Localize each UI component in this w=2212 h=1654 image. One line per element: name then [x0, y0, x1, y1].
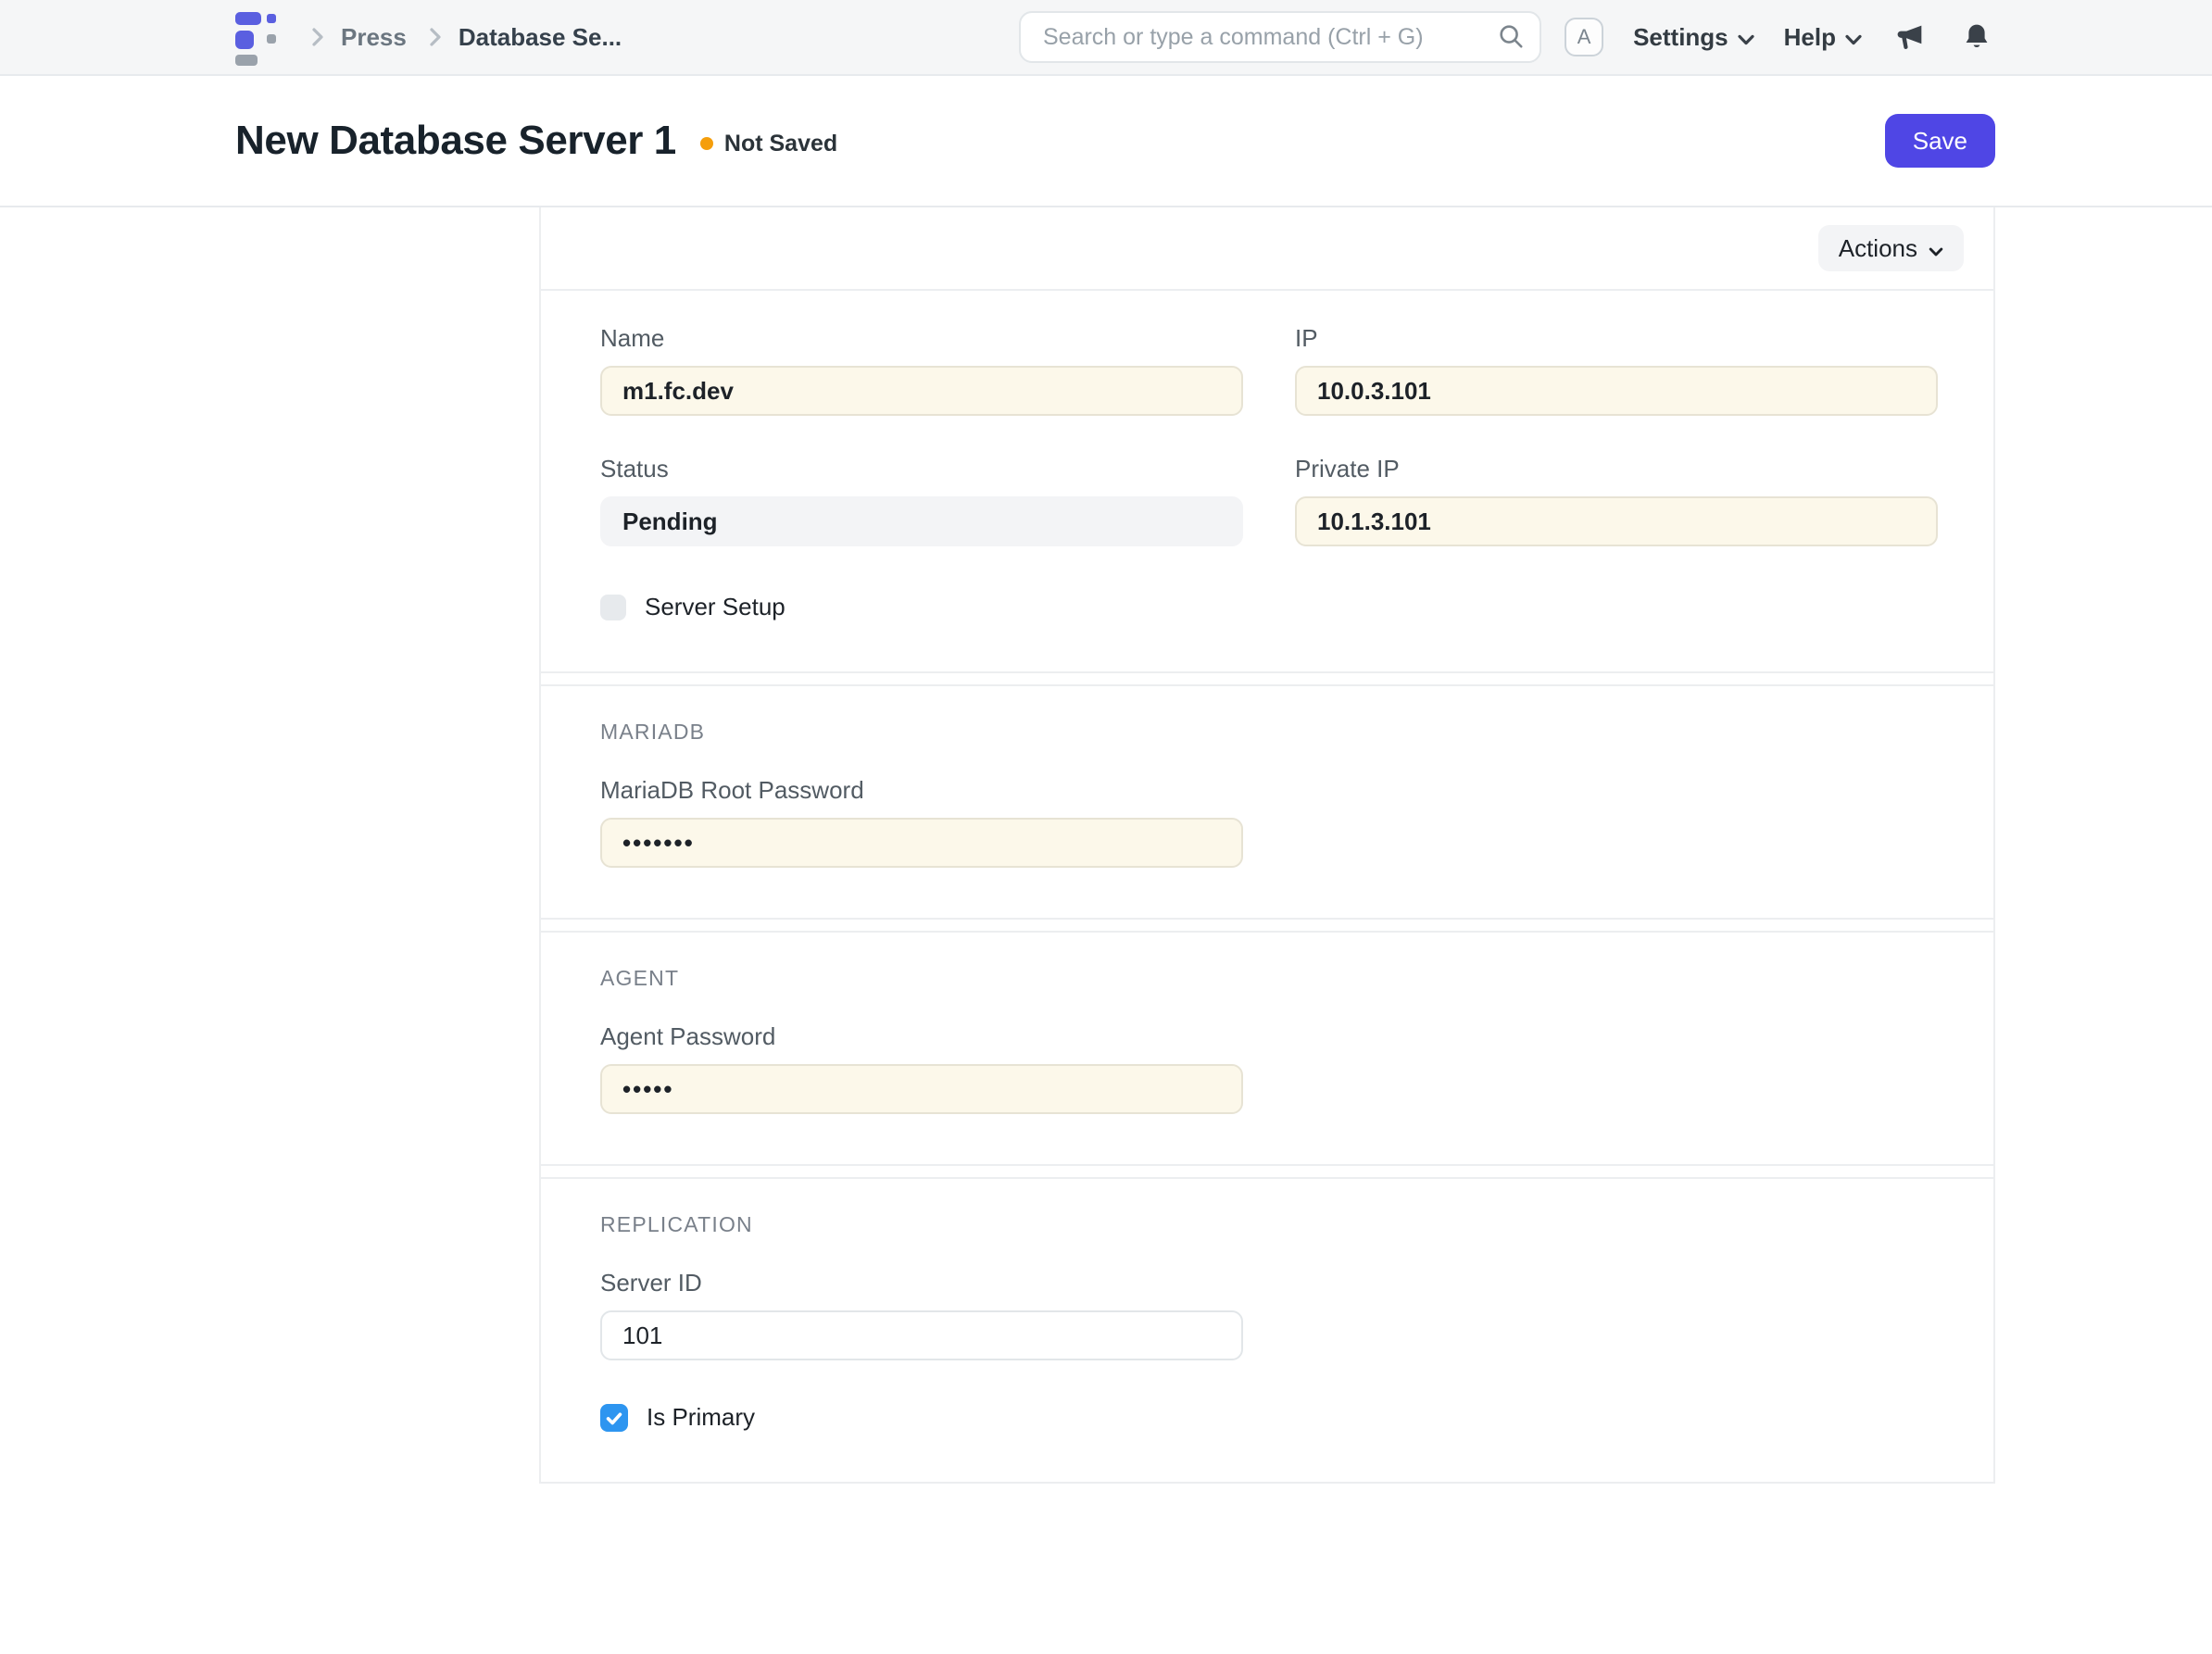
settings-label: Settings — [1633, 23, 1728, 52]
breadcrumb-database-server[interactable]: Database Se... — [459, 23, 622, 52]
field-private-ip: Private IP 10.1.3.101 — [1295, 455, 1938, 546]
unsaved-indicator: Not Saved — [700, 131, 837, 157]
replication-heading: REPLICATION — [600, 1212, 1934, 1237]
form-toolbar: Actions — [541, 207, 1993, 291]
private-ip-input[interactable]: 10.1.3.101 — [1295, 496, 1938, 546]
breadcrumb-press[interactable]: Press — [341, 23, 407, 52]
actions-button[interactable]: Actions — [1818, 225, 1964, 271]
logo-shape — [235, 12, 261, 25]
caret-down-icon — [1929, 234, 1943, 263]
section-mariadb: MARIADB MariaDB Root Password ••••••• — [541, 684, 1993, 920]
save-button[interactable]: Save — [1885, 114, 1995, 168]
logo-shape — [267, 14, 276, 23]
is-primary-label[interactable]: Is Primary — [647, 1403, 755, 1432]
unsaved-dot-icon — [700, 137, 713, 150]
global-search — [1019, 11, 1541, 63]
private-ip-label: Private IP — [1295, 455, 1938, 483]
app-logo[interactable] — [235, 8, 282, 66]
ip-label: IP — [1295, 324, 1938, 353]
page-header: New Database Server 1 Not Saved Save — [0, 76, 2212, 207]
chevron-down-icon — [1738, 23, 1754, 52]
chevron-right-icon — [429, 27, 442, 47]
server-setup-label[interactable]: Server Setup — [645, 593, 786, 621]
avatar[interactable]: A — [1565, 18, 1603, 56]
root-password-input[interactable]: ••••••• — [600, 818, 1243, 868]
form-container: Actions Name m1.fc.dev IP 10.0.3.101 Sta… — [539, 207, 1995, 1484]
search-input[interactable] — [1019, 11, 1541, 63]
name-label: Name — [600, 324, 1243, 353]
field-server-setup: Server Setup — [600, 593, 1243, 621]
logo-shape — [267, 34, 276, 44]
status-label: Status — [600, 455, 1243, 483]
section-replication: REPLICATION Server ID 101 Is Primary — [541, 1177, 1993, 1484]
search-icon — [1497, 22, 1525, 57]
server-id-label: Server ID — [600, 1269, 1934, 1297]
actions-label: Actions — [1839, 234, 1917, 263]
page-title: New Database Server 1 — [235, 118, 676, 164]
field-status: Status Pending — [600, 455, 1243, 546]
chevron-down-icon — [1845, 23, 1862, 52]
unsaved-text: Not Saved — [724, 131, 837, 157]
server-setup-checkbox[interactable] — [600, 595, 626, 620]
field-is-primary: Is Primary — [600, 1403, 1934, 1432]
root-password-label: MariaDB Root Password — [600, 776, 1934, 805]
logo-shape — [235, 31, 254, 49]
server-id-input[interactable]: 101 — [600, 1310, 1243, 1360]
announcements-icon[interactable] — [1892, 19, 1929, 56]
status-value: Pending — [600, 496, 1243, 546]
help-label: Help — [1784, 23, 1836, 52]
field-root-password: MariaDB Root Password ••••••• — [600, 776, 1934, 868]
top-navbar: Press Database Se... A Settings Help — [0, 0, 2212, 76]
notifications-bell-icon[interactable] — [1958, 19, 1995, 56]
agent-heading: AGENT — [600, 966, 1934, 991]
field-server-id: Server ID 101 — [600, 1269, 1934, 1360]
avatar-letter: A — [1577, 25, 1591, 49]
is-primary-checkbox[interactable] — [600, 1404, 628, 1432]
agent-password-input[interactable]: ••••• — [600, 1064, 1243, 1114]
navbar-right-cluster: A Settings Help — [1565, 18, 1995, 56]
name-input[interactable]: m1.fc.dev — [600, 366, 1243, 416]
mariadb-heading: MARIADB — [600, 720, 1934, 745]
settings-menu[interactable]: Settings — [1633, 23, 1754, 52]
agent-password-label: Agent Password — [600, 1022, 1934, 1051]
field-name: Name m1.fc.dev — [600, 324, 1243, 416]
ip-input[interactable]: 10.0.3.101 — [1295, 366, 1938, 416]
field-ip: IP 10.0.3.101 — [1295, 324, 1938, 416]
help-menu[interactable]: Help — [1784, 23, 1862, 52]
field-agent-password: Agent Password ••••• — [600, 1022, 1934, 1114]
app-window: Press Database Se... A Settings Help — [0, 0, 2212, 1654]
section-details: Name m1.fc.dev IP 10.0.3.101 Status Pend… — [541, 291, 1993, 673]
chevron-right-icon — [311, 27, 324, 47]
logo-shape — [235, 55, 258, 66]
section-agent: AGENT Agent Password ••••• — [541, 931, 1993, 1166]
